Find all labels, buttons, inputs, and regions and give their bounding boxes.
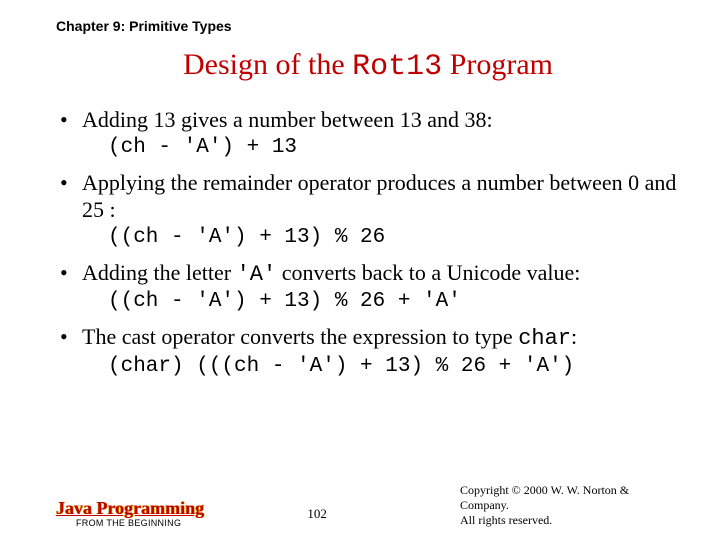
- code-block: (char) (((ch - 'A') + 13) % 26 + 'A'): [108, 355, 680, 378]
- title-pre: Design of the: [183, 48, 352, 81]
- bullet-item: Adding 13 gives a number between 13 and …: [56, 106, 680, 134]
- title-post: Program: [442, 48, 553, 81]
- bullet-text-post: converts back to a Unicode value:: [276, 260, 580, 285]
- brand: Java Programming FROM THE BEGINNING: [56, 499, 204, 528]
- bullet-item: Adding the letter 'A' converts back to a…: [56, 259, 680, 289]
- code-block: ((ch - 'A') + 13) % 26: [108, 226, 680, 249]
- slide-title: Design of the Rot13 Program: [56, 48, 680, 84]
- chapter-label: Chapter 9: Primitive Types: [56, 18, 680, 34]
- inline-code: 'A': [237, 262, 277, 287]
- copyright: Copyright © 2000 W. W. Norton & Company.…: [460, 483, 680, 528]
- brand-subtitle: FROM THE BEGINNING: [76, 519, 204, 528]
- copyright-line-1: Copyright © 2000 W. W. Norton & Company.: [460, 483, 680, 513]
- page-number: 102: [307, 506, 327, 522]
- footer: Java Programming FROM THE BEGINNING 102 …: [56, 483, 680, 528]
- bullet-text-post: :: [571, 324, 577, 349]
- brand-title: Java Programming: [56, 499, 204, 518]
- bullet-text: Adding 13 gives a number between 13 and …: [82, 107, 493, 132]
- bullet-text-pre: Adding the letter: [82, 260, 237, 285]
- title-code: Rot13: [352, 50, 442, 84]
- bullet-text-pre: The cast operator converts the expressio…: [82, 324, 518, 349]
- code-block: ((ch - 'A') + 13) % 26 + 'A': [108, 290, 680, 313]
- bullet-list: Adding 13 gives a number between 13 and …: [56, 106, 680, 378]
- bullet-item: Applying the remainder operator produces…: [56, 169, 680, 224]
- copyright-line-2: All rights reserved.: [460, 513, 680, 528]
- slide: Chapter 9: Primitive Types Design of the…: [0, 0, 720, 540]
- bullet-text: Applying the remainder operator produces…: [82, 170, 676, 223]
- bullet-item: The cast operator converts the expressio…: [56, 323, 680, 353]
- inline-code: char: [518, 326, 571, 351]
- code-block: (ch - 'A') + 13: [108, 136, 680, 159]
